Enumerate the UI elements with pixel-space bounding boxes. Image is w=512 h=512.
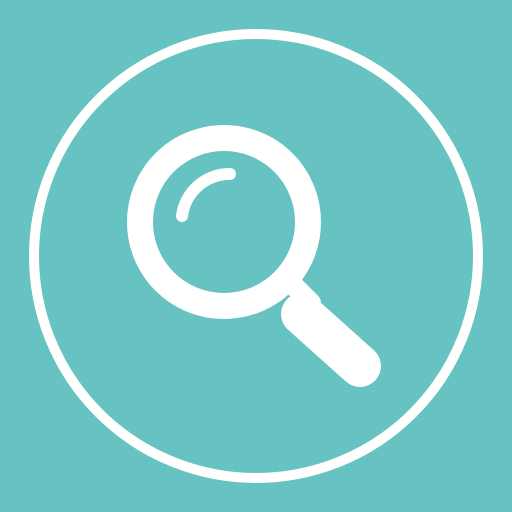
circle-outline [29, 29, 483, 483]
search-icon-tile [0, 0, 512, 512]
magnifier-handle [281, 293, 381, 387]
lens-highlight [176, 167, 236, 222]
search-icon [29, 29, 483, 483]
